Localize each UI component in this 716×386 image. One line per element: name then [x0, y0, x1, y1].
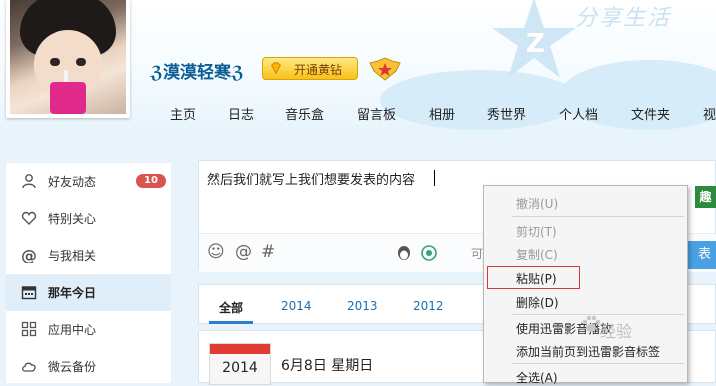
- active-tab-indicator: [209, 321, 253, 324]
- nav-files[interactable]: 文件夹: [631, 104, 670, 123]
- open-vip-label: 开通黄钻: [294, 63, 343, 77]
- sidebar-item-related-to-me[interactable]: @ 与我相关: [6, 237, 171, 274]
- emoji-icon[interactable]: ☺: [207, 242, 225, 262]
- menu-separator: [512, 363, 684, 364]
- avatar-photo: [10, 0, 126, 114]
- sidebar-item-label: 应用中心: [48, 323, 97, 337]
- sidebar-item-weiyun-backup[interactable]: 微云备份: [6, 348, 171, 385]
- menu-item-cut[interactable]: 剪切(T): [516, 223, 557, 240]
- menu-item-delete[interactable]: 删除(D): [516, 294, 559, 311]
- memory-date: 6月8日 星期日: [281, 358, 374, 374]
- composer-textarea[interactable]: 然后我们就写上我们想要发表的内容: [207, 169, 415, 188]
- sidebar-item-label: 微云备份: [48, 360, 97, 374]
- year-tab-2014[interactable]: 2014: [281, 299, 312, 313]
- nav-blog[interactable]: 日志: [228, 104, 254, 123]
- unread-count-badge: 10: [136, 174, 166, 188]
- menu-item-add-xunlei-bookmark[interactable]: 添加当前页到迅雷影音标签: [516, 343, 660, 360]
- year-tab-2013[interactable]: 2013: [347, 299, 378, 313]
- topic-hash-icon[interactable]: #: [261, 242, 275, 262]
- heart-icon: [21, 211, 37, 225]
- sidebar-item-label: 特别关心: [48, 212, 97, 226]
- menu-item-copy[interactable]: 复制(C): [516, 246, 558, 263]
- sidebar-item-friend-feed[interactable]: 好友动态 10: [6, 163, 171, 200]
- calendar-icon: [21, 286, 37, 300]
- person-icon: [22, 174, 36, 189]
- username[interactable]: ℨ漠漠轻寒ℨ: [150, 58, 244, 83]
- nav-guestbook[interactable]: 留言板: [357, 104, 396, 123]
- nav-album[interactable]: 相册: [429, 104, 455, 123]
- svg-text:@: @: [21, 247, 37, 263]
- sidebar-item-label: 那年今日: [48, 286, 97, 300]
- nav-music[interactable]: 音乐盒: [285, 104, 324, 123]
- year-tab-2012[interactable]: 2012: [413, 299, 444, 313]
- svg-text:Z: Z: [526, 29, 545, 59]
- location-icon[interactable]: [420, 244, 438, 262]
- fun-tag-icon[interactable]: 趣: [695, 186, 716, 208]
- year-tab-all[interactable]: 全部: [219, 299, 243, 316]
- visibility-label[interactable]: 可: [471, 245, 483, 262]
- qzone-star-logo-icon: Z: [492, 0, 576, 78]
- calendar-year: 2014: [222, 360, 258, 376]
- calendar-badge: 2014: [209, 343, 271, 385]
- avatar[interactable]: [6, 0, 130, 118]
- sidebar-item-special-care[interactable]: 特别关心: [6, 200, 171, 237]
- text-caret: [434, 170, 435, 186]
- sidebar-item-app-center[interactable]: 应用中心: [6, 311, 171, 348]
- nav-show-world[interactable]: 秀世界: [487, 104, 526, 123]
- sidebar-item-on-this-day[interactable]: 那年今日: [6, 274, 171, 311]
- menu-item-select-all[interactable]: 全选(A): [516, 369, 558, 386]
- nav-home[interactable]: 主页: [170, 104, 196, 123]
- nav-profile[interactable]: 个人档: [559, 104, 598, 123]
- sidebar-item-label: 好友动态: [48, 175, 97, 189]
- menu-separator: [512, 216, 684, 217]
- left-sidebar: 好友动态 10 特别关心 @ 与我相关 那年今日 应用中心 微云备份: [6, 163, 171, 383]
- qq-penguin-icon[interactable]: [395, 244, 413, 262]
- context-menu: 撤消(U) 剪切(T) 复制(C) 粘贴(P) 删除(D) 使用迅雷影音播放 添…: [483, 185, 688, 386]
- menu-item-undo[interactable]: 撤消(U): [516, 195, 558, 212]
- sidebar-item-label: 与我相关: [48, 249, 97, 263]
- watermark-text: 经验: [600, 322, 633, 341]
- at-icon: @: [21, 247, 37, 263]
- cloud-icon: [22, 362, 36, 372]
- mention-icon[interactable]: @: [235, 242, 252, 262]
- grid-icon: [21, 321, 37, 337]
- paw-watermark-icon: [582, 315, 601, 332]
- nav-video[interactable]: 视: [703, 104, 716, 123]
- slogan-text: 分享生活: [575, 6, 672, 31]
- diamond-icon: [271, 62, 281, 75]
- star-badge-icon[interactable]: [368, 57, 402, 81]
- main-nav: 主页 日志 音乐盒 留言板 相册 秀世界 个人档 文件夹 视: [0, 104, 716, 132]
- menu-item-paste[interactable]: 粘贴(P): [516, 270, 557, 287]
- open-vip-button[interactable]: 开通黄钻: [262, 57, 358, 80]
